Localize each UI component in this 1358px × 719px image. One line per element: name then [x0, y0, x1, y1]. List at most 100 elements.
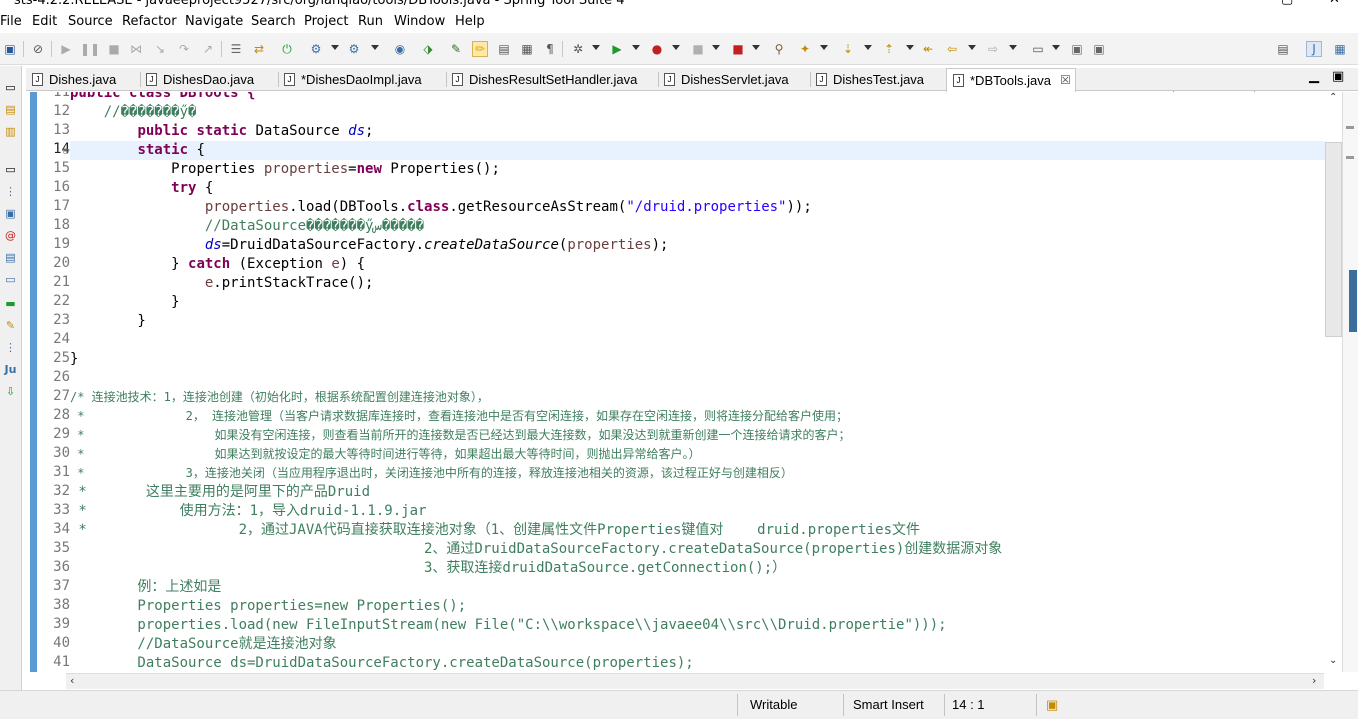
menu-search[interactable]: Search: [251, 14, 296, 29]
new-icon[interactable]: ▣: [2, 41, 18, 57]
new-spring-project-icon[interactable]: ⚙: [308, 41, 324, 57]
code-line-32: * 这里主要用的是阿里下的产品Druid: [70, 483, 370, 502]
stop-icon[interactable]: ■: [690, 41, 706, 57]
debug-icon[interactable]: ✲: [570, 41, 586, 57]
coverage-icon[interactable]: ●: [649, 41, 665, 57]
open-perspective-icon[interactable]: ▤: [1275, 41, 1291, 57]
console-icon[interactable]: ▭: [3, 272, 18, 287]
skip-breakpoints-icon[interactable]: ⊘: [30, 41, 46, 57]
menu-run[interactable]: Run: [358, 14, 383, 29]
tab-dbtools-java[interactable]: J *DBTools.java ☒: [946, 68, 1076, 92]
forward-icon[interactable]: ⇨: [985, 41, 1001, 57]
minimize-editor-icon[interactable]: ▁: [1309, 69, 1319, 84]
tab-dishesdaoimpl-java[interactable]: J *DishesDaoImpl.java: [278, 68, 446, 91]
current-line-highlight: [70, 141, 1330, 160]
restore-icon[interactable]: ▭: [3, 80, 18, 95]
package-explorer-icon[interactable]: ▤: [3, 102, 18, 117]
vertical-scroll-thumb[interactable]: [1325, 142, 1342, 337]
search-icon[interactable]: ⚲: [771, 41, 787, 57]
restore-bottom-icon[interactable]: ▭: [3, 162, 18, 177]
class-declaration: public class DBTools {: [70, 92, 256, 101]
code-line-40: //DataSource就是连接池对象: [70, 635, 336, 654]
status-writable: Writable: [750, 697, 798, 712]
save-icon[interactable]: ▣: [1069, 41, 1085, 57]
debug-perspective-icon[interactable]: ▦: [1332, 41, 1348, 57]
word-wrap-icon[interactable]: ▦: [519, 41, 535, 57]
window-title: sts-4.2.2.RELEASE - javaeeproject9527/sr…: [14, 0, 625, 8]
scroll-down-icon[interactable]: ⌄: [1329, 655, 1337, 666]
toggle-block-icon[interactable]: ▤: [496, 41, 512, 57]
disconnect-icon[interactable]: ⋈: [128, 41, 144, 57]
maximize-editor-icon[interactable]: ▣: [1332, 69, 1344, 84]
progress-icon[interactable]: ✎: [3, 318, 18, 333]
back-icon[interactable]: ⇦: [944, 41, 960, 57]
use-step-filters-icon[interactable]: ☰: [228, 41, 244, 57]
new-java-project-icon[interactable]: ⚙: [346, 41, 362, 57]
comment-text: //�������ӳ�: [103, 104, 197, 120]
horizontal-scrollbar[interactable]: ‹ ›: [66, 673, 1324, 689]
outline-icon[interactable]: ⋮: [3, 184, 18, 199]
tab-dishesresultsethandler-java[interactable]: J DishesResultSetHandler.java: [446, 68, 658, 91]
type-hierarchy-icon[interactable]: ▥: [3, 124, 18, 139]
minimize-button[interactable]: —: [1233, 0, 1246, 7]
menu-navigate[interactable]: Navigate: [185, 14, 243, 29]
globe-icon[interactable]: ◉: [392, 41, 408, 57]
pin-editor-icon[interactable]: ▭: [1030, 41, 1046, 57]
new-package-icon[interactable]: ⬗: [420, 41, 436, 57]
tab-dishestest-java[interactable]: J DishesTest.java: [810, 68, 946, 91]
tab-dishes-java[interactable]: J Dishes.java: [26, 68, 140, 91]
open-type-icon[interactable]: ✎: [448, 41, 464, 57]
terminate-icon[interactable]: ■: [106, 41, 122, 57]
scroll-right-icon[interactable]: ›: [1312, 674, 1316, 687]
task-icon[interactable]: ✦: [797, 41, 813, 57]
download-icon[interactable]: ⇩: [3, 384, 18, 399]
menu-window[interactable]: Window: [394, 14, 445, 29]
step-over-icon[interactable]: ↷: [176, 41, 192, 57]
previous-annotation-icon[interactable]: ⇡: [881, 41, 897, 57]
menu-file[interactable]: File: [0, 14, 22, 29]
last-edit-location-icon[interactable]: ↞: [920, 41, 936, 57]
scroll-up-icon[interactable]: ⌃: [1329, 92, 1337, 103]
scroll-left-icon[interactable]: ‹: [70, 674, 74, 687]
code-editor[interactable]: 11 12 13 14 15 16 17 18 19 20 21 22 23 24 25 26 27 28 29 30…: [26, 92, 1350, 672]
step-return-icon[interactable]: ↗: [200, 41, 216, 57]
close-tab-icon[interactable]: ☒: [1060, 69, 1071, 92]
mark-occurrences-icon[interactable]: ✏: [472, 41, 488, 57]
tab-dishesservlet-java[interactable]: J DishesServlet.java: [658, 68, 810, 91]
fold-toggle-icon[interactable]: ⊖: [62, 147, 70, 157]
menu-help[interactable]: Help: [455, 14, 485, 29]
menu-source[interactable]: Source: [68, 14, 113, 29]
step-into-icon[interactable]: ↘: [152, 41, 168, 57]
code-text: Properties();: [381, 161, 500, 177]
comment-text: 例：上述如是: [70, 579, 222, 595]
save-all-icon[interactable]: ▣: [1091, 41, 1107, 57]
java-perspective-icon[interactable]: J: [1306, 41, 1322, 57]
overview-ruler[interactable]: [1342, 92, 1358, 672]
show-whitespace-icon[interactable]: ¶: [542, 41, 558, 57]
menu-edit[interactable]: Edit: [32, 14, 57, 29]
string-literal: "/druid.properties": [626, 199, 787, 215]
servers-icon[interactable]: ▬: [3, 296, 18, 311]
resume-icon[interactable]: ▶: [58, 41, 74, 57]
tab-dishesdao-java[interactable]: J DishesDao.java: [140, 68, 278, 91]
external-tools-icon[interactable]: ■: [730, 41, 746, 57]
suspend-icon[interactable]: ❚❚: [80, 41, 100, 57]
menu-refactor[interactable]: Refactor: [122, 14, 177, 29]
close-window-button[interactable]: ✕: [1329, 0, 1340, 7]
code-line-28: * 2， 连接池管理（当客户请求数据库连接时，查看连接池中是否有空闲连接，如果存…: [70, 407, 848, 426]
hierarchy-icon[interactable]: ⋮: [3, 340, 18, 355]
status-task-icon[interactable]: ▣: [1046, 695, 1058, 715]
maximize-button[interactable]: ▢: [1281, 0, 1293, 7]
code-line-16: try {: [171, 180, 214, 196]
next-annotation-icon[interactable]: ⇣: [840, 41, 856, 57]
code-content[interactable]: public class DBTools { //�������ӳ� publi…: [70, 92, 1330, 672]
problems-icon[interactable]: ▣: [3, 206, 18, 221]
declaration-icon[interactable]: ▤: [3, 250, 18, 265]
boot-dashboard-icon[interactable]: ⏻: [279, 41, 295, 57]
junit-icon[interactable]: Ju: [3, 362, 18, 377]
run-icon[interactable]: ▶: [609, 41, 625, 57]
menu-project[interactable]: Project: [304, 14, 348, 29]
javadoc-icon[interactable]: @: [3, 228, 18, 243]
drop-to-frame-icon[interactable]: ⇄: [251, 41, 267, 57]
overview-ruler-marker[interactable]: [1349, 270, 1357, 332]
